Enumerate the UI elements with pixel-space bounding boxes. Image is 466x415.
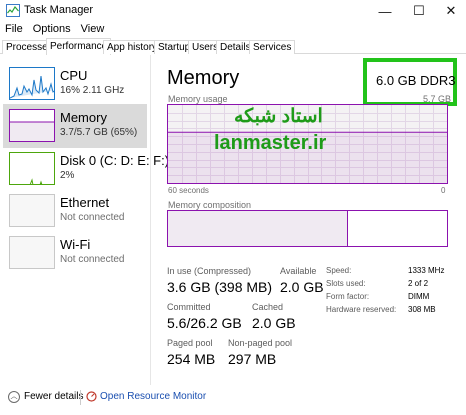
sidebar-item-cpu[interactable]: CPU 16% 2.11 GHz xyxy=(3,62,147,106)
maximize-button[interactable]: ☐ xyxy=(402,0,436,22)
menu-options[interactable]: Options xyxy=(28,22,76,38)
resource-monitor-icon[interactable] xyxy=(86,391,97,402)
paged-pool-label: Paged pool xyxy=(167,338,213,348)
disk-label: Disk 0 (C: D: E: F:) xyxy=(60,153,170,168)
memory-usage-text: 3.7/5.7 GB (65%) xyxy=(60,127,138,138)
slots-used-value: 2 of 2 xyxy=(408,279,429,288)
page-title: Memory xyxy=(167,67,240,89)
menu-bar: File Options View xyxy=(0,22,466,38)
memory-label: Memory xyxy=(60,110,107,125)
window-title: Task Manager xyxy=(24,4,94,16)
wifi-status-text: Not connected xyxy=(60,254,125,265)
watermark-persian-text: استاد شبکه xyxy=(234,106,323,127)
sidebar-item-memory[interactable]: Memory 3.7/5.7 GB (65%) xyxy=(3,104,147,148)
committed-label: Committed xyxy=(167,302,211,312)
form-factor-value: DIMM xyxy=(408,292,430,301)
slots-used-label: Slots used: xyxy=(326,279,366,288)
ethernet-thumbnail-graph xyxy=(9,194,55,227)
memory-in-use-segment xyxy=(168,211,348,246)
speed-label: Speed: xyxy=(326,266,352,275)
task-manager-icon xyxy=(6,4,20,17)
available-label: Available xyxy=(280,266,317,276)
tab-performance[interactable]: Performance xyxy=(46,38,112,55)
sidebar-item-disk[interactable]: Disk 0 (C: D: E: F:) 2% xyxy=(3,147,169,191)
nonpaged-pool-label: Non-paged pool xyxy=(228,338,293,348)
hardware-reserved-label: Hardware reserved: xyxy=(326,305,397,314)
committed-value: 5.6/26.2 GB xyxy=(167,315,242,331)
footer-bar: ︿ Fewer details Open Resource Monitor xyxy=(0,386,466,415)
tab-app-history[interactable]: App history xyxy=(103,40,162,54)
chevron-up-icon[interactable]: ︿ xyxy=(8,391,20,403)
form-factor-label: Form factor: xyxy=(326,292,370,301)
paged-pool-value: 254 MB xyxy=(167,351,216,367)
in-use-value: 3.6 GB (398 MB) xyxy=(167,279,273,295)
wifi-thumbnail-graph xyxy=(9,236,55,269)
sidebar-item-wifi[interactable]: Wi-Fi Not connected xyxy=(3,231,147,275)
memory-composition-bar xyxy=(167,210,448,247)
disk-usage-text: 2% xyxy=(60,170,75,181)
nonpaged-pool-value: 297 MB xyxy=(228,351,277,367)
fewer-details-link[interactable]: Fewer details xyxy=(24,391,83,402)
cached-value: 2.0 GB xyxy=(252,315,296,331)
cpu-label: CPU xyxy=(60,68,88,83)
title-bar: Task Manager — ☐ ✕ xyxy=(0,0,466,22)
ethernet-status-text: Not connected xyxy=(60,212,125,223)
memory-spec: 6.0 GB DDR3 xyxy=(376,73,456,88)
memory-usage-label: Memory usage xyxy=(168,94,228,104)
memory-composition-label: Memory composition xyxy=(168,200,252,210)
cpu-thumbnail-chart xyxy=(10,75,54,99)
watermark-site-text: lanmaster.ir xyxy=(214,132,327,154)
available-value: 2.0 GB xyxy=(280,279,324,295)
memory-thumbnail-chart xyxy=(10,121,54,141)
hardware-reserved-value: 308 MB xyxy=(408,305,436,314)
close-button[interactable]: ✕ xyxy=(434,0,466,22)
menu-view[interactable]: View xyxy=(76,22,110,38)
disk-thumbnail-graph xyxy=(9,152,55,185)
disk-thumbnail-chart xyxy=(29,178,43,184)
in-use-label: In use (Compressed) xyxy=(167,266,252,276)
tab-strip: Processes Performance App history Startu… xyxy=(0,38,466,55)
graph-min-label: 0 xyxy=(441,186,446,195)
ethernet-label: Ethernet xyxy=(60,195,110,210)
memory-max-label: 5.7 GB xyxy=(423,94,452,104)
sidebar-item-ethernet[interactable]: Ethernet Not connected xyxy=(3,189,147,233)
cpu-thumbnail-graph xyxy=(9,67,55,100)
time-span-label: 60 seconds xyxy=(168,186,209,195)
wifi-label: Wi-Fi xyxy=(60,237,91,252)
tab-services[interactable]: Services xyxy=(249,40,296,54)
resource-list: CPU 16% 2.11 GHz Memory 3.7/5.7 GB (65%)… xyxy=(0,55,169,385)
memory-thumbnail-graph xyxy=(9,109,55,142)
menu-file[interactable]: File xyxy=(0,22,28,38)
speed-value: 1333 MHz xyxy=(408,266,445,275)
cached-label: Cached xyxy=(252,302,284,312)
footer-divider xyxy=(80,390,81,405)
cpu-usage-text: 16% 2.11 GHz xyxy=(60,85,125,96)
open-resource-monitor-link[interactable]: Open Resource Monitor xyxy=(100,391,206,402)
minimize-button[interactable]: — xyxy=(368,0,402,22)
